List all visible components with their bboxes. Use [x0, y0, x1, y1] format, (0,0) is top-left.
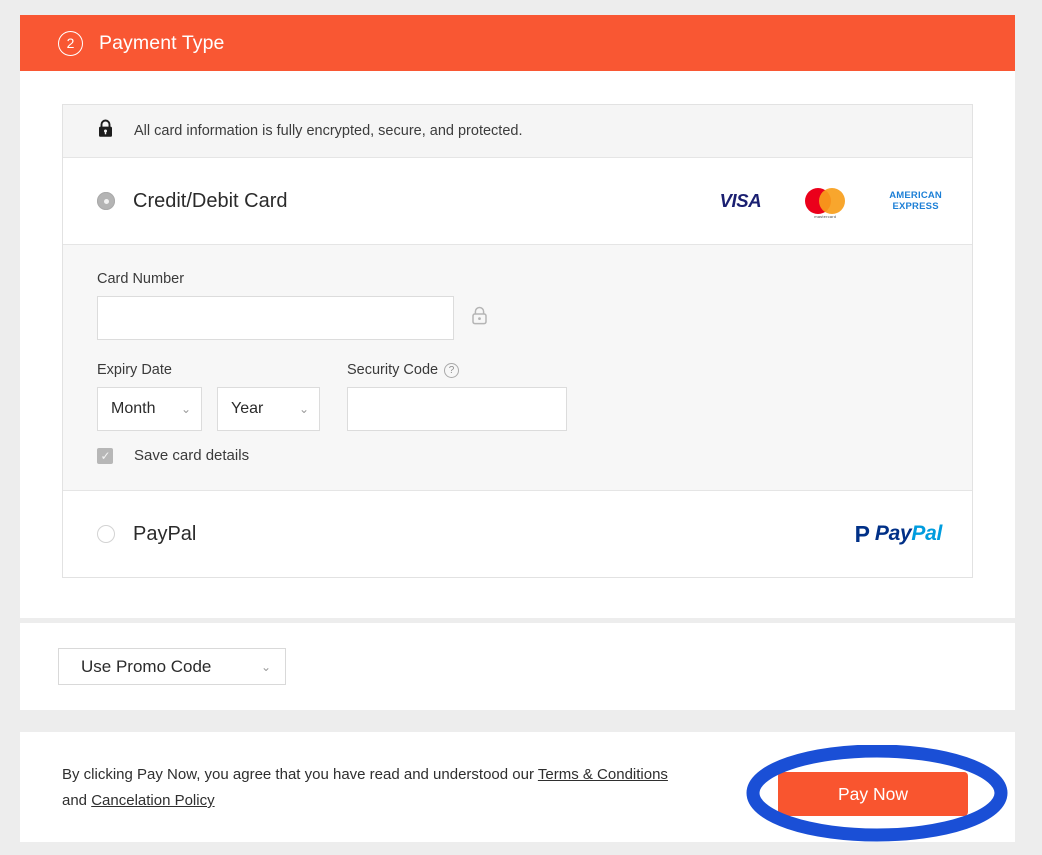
- lock-icon: [97, 119, 114, 143]
- paypal-wordmark-pal: Pal: [911, 522, 942, 545]
- step-number-label: 2: [66, 35, 75, 51]
- amex-line-1: AMERICAN: [889, 190, 942, 201]
- payment-method-credit-debit[interactable]: Credit/Debit Card VISA mastercard AMERIC…: [63, 158, 972, 244]
- save-card-label: Save card details: [134, 447, 250, 464]
- radio-credit-debit[interactable]: [97, 192, 115, 210]
- expiry-year-select[interactable]: Year ⌄: [217, 387, 320, 431]
- checkout-page: 2 Payment Type All card information is f…: [0, 0, 1042, 855]
- card-details-panel: Card Number Expiry Date Month ⌄ Year ⌄ S…: [63, 244, 972, 491]
- mastercard-icon: mastercard: [805, 188, 846, 219]
- visa-icon: VISA: [719, 190, 762, 211]
- encryption-notice-text: All card information is fully encrypted,…: [134, 123, 523, 139]
- payment-method-credit-debit-label: Credit/Debit Card: [133, 189, 288, 212]
- expiry-security-row: Expiry Date Month ⌄ Year ⌄ Security Code…: [97, 362, 938, 431]
- payment-type-body: All card information is fully encrypted,…: [20, 71, 1015, 618]
- payment-method-paypal-label: PayPal: [133, 522, 197, 545]
- american-express-icon: AMERICAN EXPRESS: [889, 190, 942, 212]
- save-card-row[interactable]: ✓ Save card details: [97, 447, 938, 464]
- legal-conjunction: and: [62, 792, 88, 809]
- page-title: Payment Type: [99, 31, 225, 54]
- mastercard-wordmark: mastercard: [814, 214, 837, 219]
- cancelation-policy-link[interactable]: Cancelation Policy: [91, 792, 214, 809]
- mastercard-circle-right: [819, 188, 846, 214]
- expiry-month-value: Month: [111, 400, 156, 417]
- expiry-year-value: Year: [231, 400, 264, 417]
- card-number-row: [97, 296, 938, 340]
- chevron-down-icon: ⌄: [260, 659, 271, 674]
- paypal-icon: P Pay Pal: [854, 520, 943, 547]
- amex-line-2: EXPRESS: [892, 201, 939, 212]
- security-code-label: Security Code: [347, 362, 439, 378]
- help-icon[interactable]: ?: [444, 362, 460, 378]
- pay-now-button[interactable]: Pay Now: [778, 772, 968, 816]
- legal-text-prefix: By clicking Pay Now, you agree that you …: [62, 766, 534, 783]
- card-number-input[interactable]: [97, 296, 454, 340]
- payment-type-card: 2 Payment Type All card information is f…: [20, 15, 1015, 618]
- terms-and-conditions-link[interactable]: Terms & Conditions: [538, 766, 668, 783]
- chevron-down-icon: ⌄: [298, 402, 309, 416]
- expiry-date-label: Expiry Date: [97, 362, 172, 378]
- use-promo-code-button[interactable]: Use Promo Code ⌄: [58, 648, 286, 685]
- card-number-label: Card Number: [97, 271, 185, 287]
- save-card-checkbox[interactable]: ✓: [97, 447, 113, 464]
- payment-method-paypal[interactable]: PayPal P Pay Pal: [63, 491, 972, 577]
- expiry-month-select[interactable]: Month ⌄: [97, 387, 202, 431]
- chevron-down-icon: ⌄: [180, 402, 191, 416]
- card-brand-logos: VISA mastercard AMERICAN EXPRESS: [719, 188, 942, 219]
- promo-code-card: Use Promo Code ⌄: [20, 623, 1015, 710]
- encryption-notice: All card information is fully encrypted,…: [63, 105, 972, 158]
- use-promo-code-label: Use Promo Code: [81, 656, 212, 676]
- expiry-date-group: Expiry Date Month ⌄ Year ⌄: [97, 362, 347, 431]
- payment-methods-list: All card information is fully encrypted,…: [62, 104, 973, 578]
- expiry-selects: Month ⌄ Year ⌄: [97, 387, 347, 431]
- card-number-lock-icon: [470, 305, 489, 331]
- paypal-mark: P: [854, 520, 870, 547]
- checkmark-icon: ✓: [100, 448, 111, 463]
- security-code-input[interactable]: [347, 387, 567, 431]
- security-code-group: Security Code ?: [347, 362, 938, 431]
- payment-type-header: 2 Payment Type: [20, 15, 1015, 71]
- legal-text: By clicking Pay Now, you agree that you …: [62, 762, 682, 814]
- step-number-badge: 2: [58, 30, 83, 56]
- radio-paypal[interactable]: [97, 525, 115, 543]
- security-code-label-row: Security Code ?: [347, 362, 938, 378]
- paypal-wordmark-pay: Pay: [874, 522, 912, 545]
